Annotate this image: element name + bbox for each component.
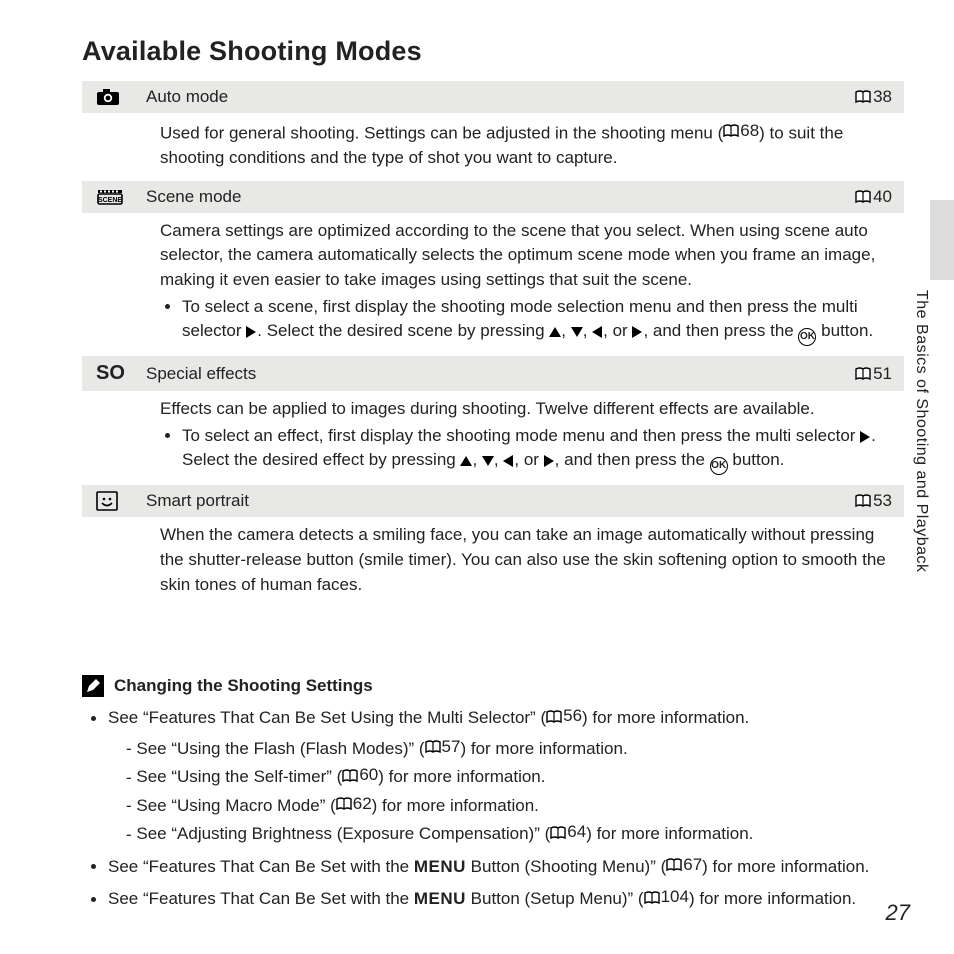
- note-section: Changing the Shooting Settings See “Feat…: [82, 675, 904, 913]
- book-icon: [644, 891, 660, 905]
- note-item: See “Features That Can Be Set Using the …: [108, 703, 904, 848]
- page-ref: 40: [855, 187, 892, 207]
- scene-icon: SCENE: [96, 188, 146, 206]
- left-arrow-icon: [503, 455, 514, 467]
- mode-description: Camera settings are optimized according …: [82, 213, 904, 355]
- mode-special-effects: SO Special effects 51 Effects can be app…: [82, 356, 904, 483]
- up-arrow-icon: [460, 456, 472, 467]
- book-icon: [550, 826, 566, 840]
- up-arrow-icon: [549, 327, 561, 338]
- ok-button-icon: OK: [710, 457, 728, 475]
- note-subitem: See “Using Macro Mode” (62) for more inf…: [126, 791, 904, 820]
- book-icon: [723, 124, 739, 138]
- book-icon: [855, 494, 871, 508]
- book-icon: [855, 190, 871, 204]
- right-arrow-icon: [632, 326, 643, 338]
- down-arrow-icon: [571, 327, 583, 338]
- note-item: See “Features That Can Be Set with the M…: [108, 884, 904, 913]
- note-subitem: See “Using the Flash (Flash Modes)” (57)…: [126, 734, 904, 763]
- book-icon: [546, 710, 562, 724]
- mode-description: Effects can be applied to images during …: [82, 391, 904, 483]
- left-arrow-icon: [592, 326, 603, 338]
- menu-label: MENU: [414, 890, 466, 909]
- page-ref: 53: [855, 491, 892, 511]
- right-arrow-icon: [860, 431, 871, 443]
- svg-text:SCENE: SCENE: [98, 197, 122, 204]
- mode-name: Smart portrait: [146, 491, 855, 511]
- page-ref: 51: [855, 364, 892, 384]
- page-ref: 38: [855, 87, 892, 107]
- mode-auto: Auto mode 38 Used for general shooting. …: [82, 81, 904, 179]
- mode-scene: SCENE Scene mode 40 Camera settings are …: [82, 181, 904, 355]
- menu-label: MENU: [414, 857, 466, 876]
- page-title: Available Shooting Modes: [82, 36, 904, 67]
- page-number: 27: [886, 900, 910, 926]
- smile-portrait-icon: [96, 491, 146, 511]
- right-arrow-icon: [246, 326, 257, 338]
- mode-name: Scene mode: [146, 187, 855, 207]
- so-icon: SO: [96, 362, 146, 385]
- book-icon: [855, 90, 871, 104]
- note-heading: Changing the Shooting Settings: [82, 675, 904, 697]
- book-icon: [425, 740, 441, 754]
- section-label: The Basics of Shooting and Playback: [912, 290, 930, 573]
- note-subitem: See “Using the Self-timer” (60) for more…: [126, 762, 904, 791]
- mode-name: Auto mode: [146, 87, 855, 107]
- book-icon: [336, 797, 352, 811]
- book-icon: [342, 769, 358, 783]
- side-tab: [930, 200, 954, 280]
- book-icon: [666, 858, 682, 872]
- mode-name: Special effects: [146, 364, 855, 384]
- mode-smart-portrait: Smart portrait 53 When the camera detect…: [82, 485, 904, 605]
- book-icon: [855, 367, 871, 381]
- camera-icon: [96, 88, 146, 106]
- pencil-icon: [82, 675, 104, 697]
- right-arrow-icon: [544, 455, 555, 467]
- mode-description: Used for general shooting. Settings can …: [82, 113, 904, 179]
- ok-button-icon: OK: [798, 328, 816, 346]
- note-subitem: See “Adjusting Brightness (Exposure Comp…: [126, 819, 904, 848]
- note-item: See “Features That Can Be Set with the M…: [108, 852, 904, 881]
- down-arrow-icon: [482, 456, 494, 467]
- mode-description: When the camera detects a smiling face, …: [82, 517, 904, 605]
